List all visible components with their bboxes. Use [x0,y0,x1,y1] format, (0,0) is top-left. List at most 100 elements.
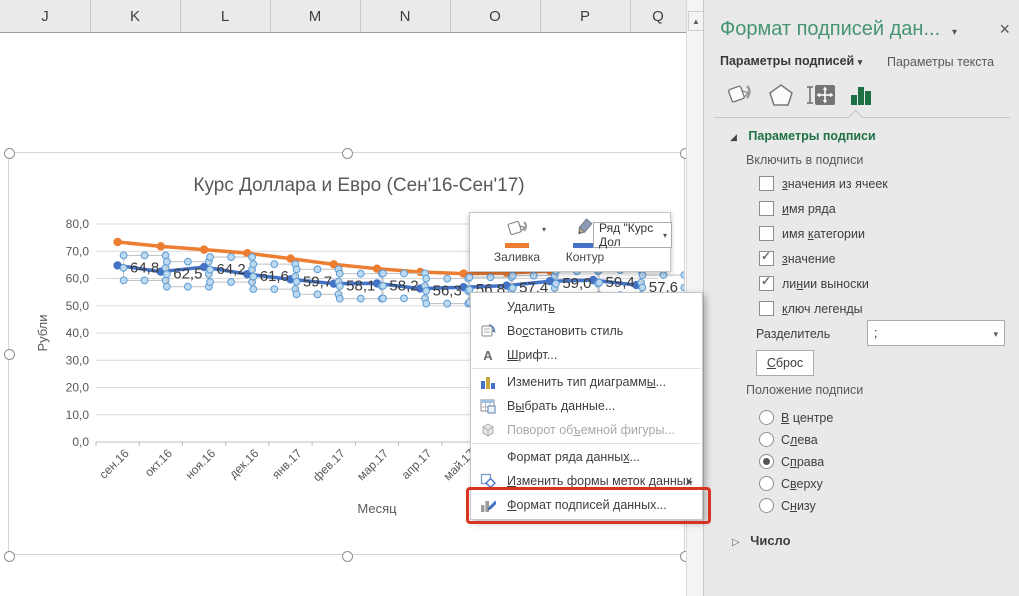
radio-position-right[interactable]: Справа [759,454,824,469]
checkbox-leader-lines[interactable]: ✓ линии выноски [759,276,869,291]
unchecked-checkbox-icon[interactable] [759,176,774,191]
svg-text:Курс Доллара и Евро (Сен'16-Се: Курс Доллара и Евро (Сен'16-Сен'17) [193,175,524,196]
svg-text:сен.16: сен.16 [96,446,132,482]
checkbox-series-name[interactable]: имя ряда [759,201,836,216]
svg-text:40,0: 40,0 [66,326,90,340]
svg-text:58,2: 58,2 [389,277,418,294]
svg-text:мар.17: мар.17 [354,446,391,483]
chevron-down-icon: ▾ [663,231,667,240]
menu-item-reset-style[interactable]: Восстановить стиль [471,319,702,343]
chevron-down-icon: ▾ [993,329,998,340]
radio-label: Слева [781,433,818,447]
menu-item-select-data[interactable]: Выбрать данные... [471,394,702,418]
chart-resize-handle[interactable] [4,551,15,562]
column-header-L[interactable]: L [180,0,271,32]
radio-label: Снизу [781,499,816,513]
chart-resize-handle[interactable] [4,148,15,159]
label-position-header: Положение подписи [746,383,863,397]
effects-icon[interactable] [764,78,798,112]
tab-text-options[interactable]: Параметры текста [887,55,994,69]
radio-position-above[interactable]: Сверху [759,476,823,491]
radio-position-center[interactable]: В центре [759,410,833,425]
menu-item-label: Восстановить стиль [507,324,623,338]
fill-dropdown-caret[interactable]: ▾ [542,225,546,234]
excel-window: JKLMNOPQ ▲ 0,010,020,030,040,050,060,070… [0,0,1019,596]
menu-item-font[interactable]: АШрифт... [471,343,702,367]
column-header-J[interactable]: J [0,0,91,32]
tab-label-options[interactable]: Параметры подписей ▾ [720,54,862,68]
svg-text:10,0: 10,0 [66,408,90,422]
section-number[interactable]: ▷ Число [732,533,791,548]
column-header-K[interactable]: K [90,0,181,32]
svg-text:61,6: 61,6 [260,268,289,285]
radio-position-below[interactable]: Снизу [759,498,816,513]
menu-item-label: Шрифт... [507,348,557,362]
none [479,298,497,316]
svg-text:20,0: 20,0 [66,381,90,395]
unchecked-checkbox-icon[interactable] [759,226,774,241]
format-task-pane: Формат подписей дан... ▾ × Параметры под… [703,0,1019,596]
column-header-row: JKLMNOPQ [0,0,686,33]
chart-resize-handle[interactable] [4,349,15,360]
column-header-M[interactable]: M [270,0,361,32]
fill-button[interactable]: ▾ Заливка [486,218,548,264]
separator-combobox[interactable]: ; ▾ [867,320,1005,346]
menu-item-change-chart-type[interactable]: Изменить тип диаграммы... [471,370,702,394]
svg-text:дек.16: дек.16 [226,446,261,481]
svg-text:70,0: 70,0 [66,244,90,258]
radio-icon[interactable] [759,498,774,513]
checked-checkbox-icon[interactable]: ✓ [759,276,774,291]
svg-text:ноя.16: ноя.16 [183,446,219,482]
svg-text:58,1: 58,1 [346,278,375,295]
checked-checkbox-icon[interactable]: ✓ [759,251,774,266]
unchecked-checkbox-icon[interactable] [759,201,774,216]
select-data-icon [479,397,497,415]
close-icon[interactable]: × [999,20,1010,38]
section-label-options[interactable]: ◢ Параметры подписи [730,129,876,143]
svg-text:Месяц: Месяц [357,501,397,516]
svg-text:60,0: 60,0 [66,272,90,286]
menu-separator [472,443,701,444]
column-header-P[interactable]: P [540,0,631,32]
reset-button[interactable]: Сброс [756,350,814,376]
context-menu: Удалить Восстановить стиль АШрифт... Измени… [470,292,703,520]
svg-text:64,8: 64,8 [130,259,159,276]
menu-item-delete[interactable]: Удалить [471,295,702,319]
chart-resize-handle[interactable] [342,551,353,562]
chart-element-selector[interactable]: Ряд "Курс Дол ▾ [593,222,672,248]
fill-color-bar [505,243,529,248]
fill-icon[interactable] [722,78,756,112]
unchecked-checkbox-icon[interactable] [759,301,774,316]
checkbox-value[interactable]: ✓ значение [759,251,836,266]
annotation-highlight-box [466,487,711,524]
menu-item-format-data-series[interactable]: Формат ряда данных... [471,445,702,469]
radio-icon[interactable] [759,410,774,425]
column-header-Q[interactable]: Q [630,0,687,32]
svg-text:фев.17: фев.17 [310,446,348,484]
svg-text:50,0: 50,0 [66,299,90,313]
radio-label: Сверху [781,477,823,491]
checkbox-label: имя ряда [782,202,836,216]
menu-item-label: Удалить [507,300,555,314]
checkbox-values-from-cells[interactable]: значения из ячеек [759,176,888,191]
radio-position-left[interactable]: Слева [759,432,818,447]
radio-icon[interactable] [759,432,774,447]
label-options-icon[interactable] [844,78,878,112]
chart-resize-handle[interactable] [342,148,353,159]
svg-text:окт.16: окт.16 [142,446,175,479]
svg-text:Рубли: Рубли [35,314,50,351]
pane-title-dropdown-icon[interactable]: ▾ [952,27,957,38]
radio-icon[interactable] [759,476,774,491]
size-properties-icon[interactable] [805,78,839,112]
checkbox-label: линии выноски [782,277,869,291]
column-header-O[interactable]: O [450,0,541,32]
scroll-up-button[interactable]: ▲ [688,11,704,31]
none [479,448,497,466]
checkbox-label: значение [782,252,836,266]
submenu-arrow-icon: ▶ [687,477,693,486]
checkbox-category-name[interactable]: имя категории [759,226,865,241]
menu-separator [472,368,701,369]
selected-radio-icon[interactable] [759,454,774,469]
column-header-N[interactable]: N [360,0,451,32]
checkbox-legend-key[interactable]: ключ легенды [759,301,863,316]
